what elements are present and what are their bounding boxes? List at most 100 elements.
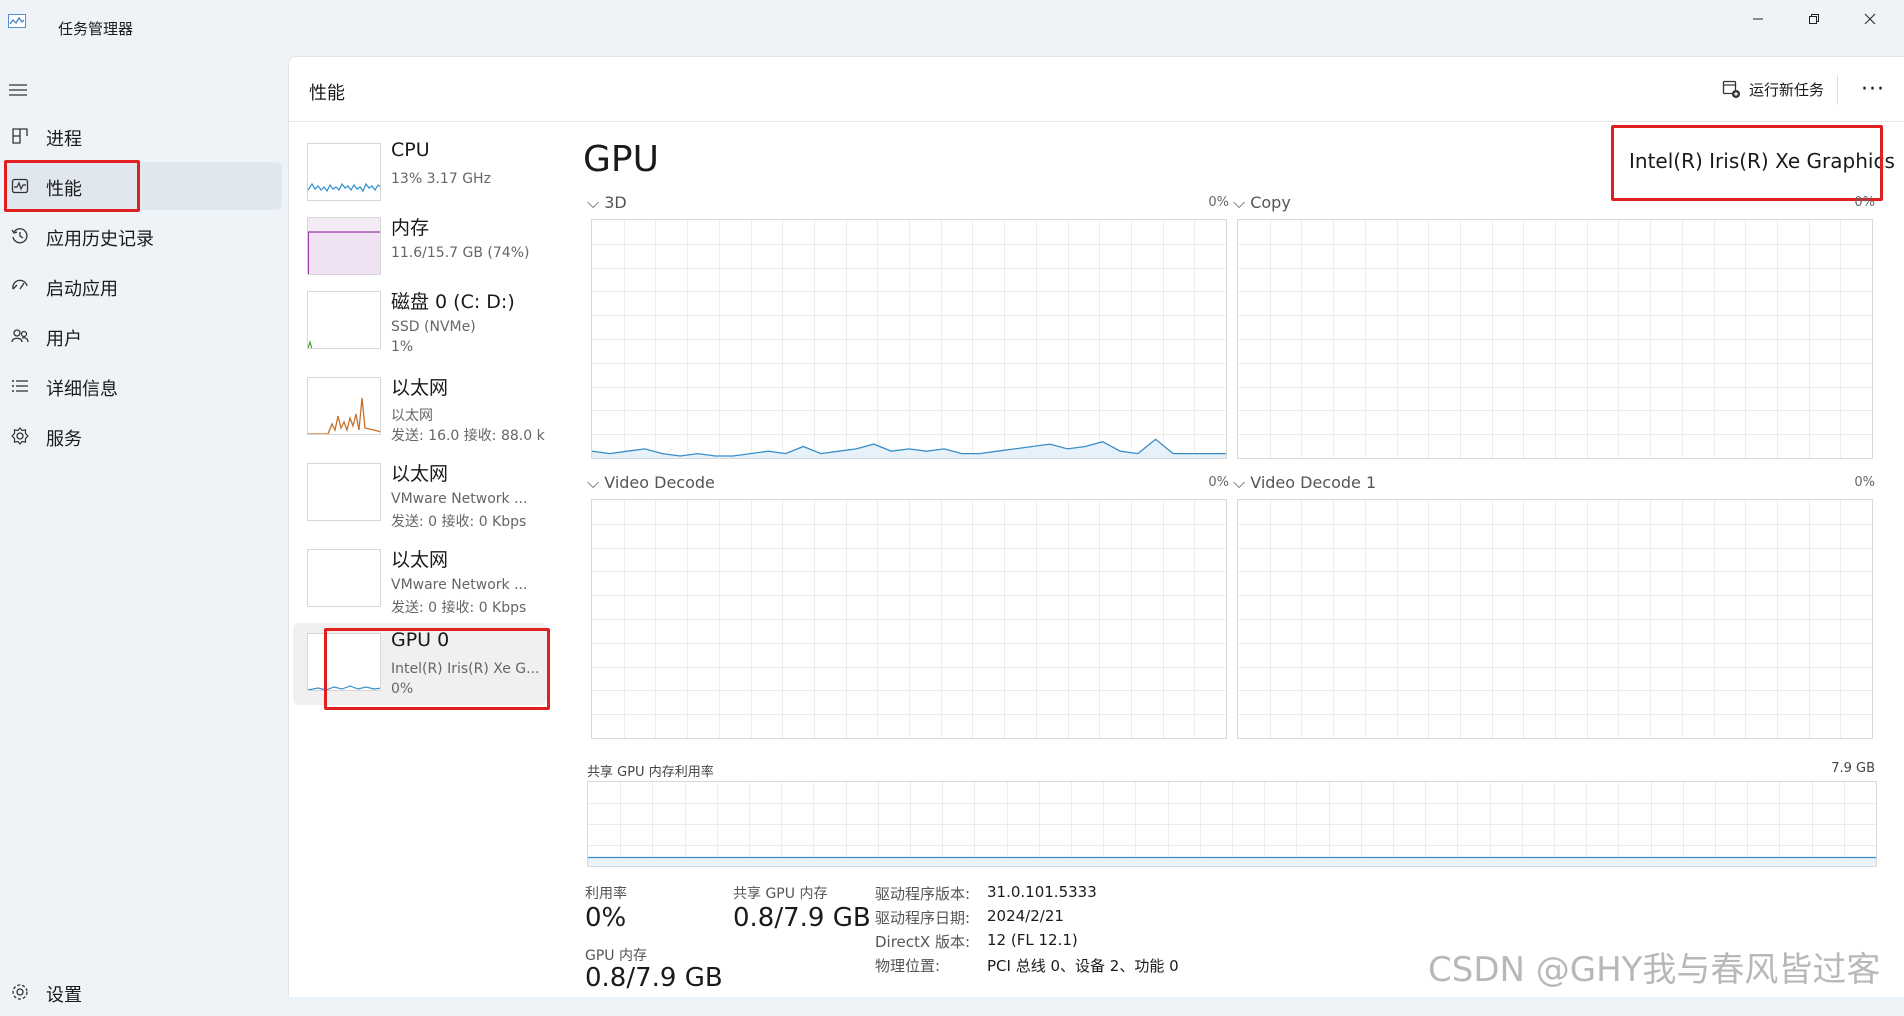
restore-button[interactable] xyxy=(1786,0,1842,38)
device-name: 以太网 xyxy=(391,377,449,399)
device-name: 磁盘 0 (C: D:) xyxy=(391,291,515,313)
prop-directx-value: 12 (FL 12.1) xyxy=(987,931,1078,949)
close-icon xyxy=(1864,13,1876,25)
hamburger-menu-icon[interactable] xyxy=(8,82,28,98)
sidebar-item-label: 启动应用 xyxy=(46,279,118,300)
sidebar-item-services[interactable]: 服务 xyxy=(6,412,282,460)
shared-memory-label: 共享 GPU 内存利用率 xyxy=(587,765,714,780)
startup-icon xyxy=(12,279,28,290)
gpu-memory-label: GPU 内存 xyxy=(585,948,647,964)
engine-copy-label[interactable]: ⌵ Copy xyxy=(1233,193,1291,213)
sidebar-item-startup-apps[interactable]: 启动应用 xyxy=(6,262,282,310)
sidebar-item-label: 用户 xyxy=(46,329,82,350)
history-icon xyxy=(11,228,28,244)
engine-3d-percent: 0% xyxy=(1208,195,1229,210)
device-detail: 以太网 xyxy=(391,408,433,424)
cpu-thumbnail xyxy=(307,143,381,201)
minimize-button[interactable] xyxy=(1730,0,1786,38)
device-detail: SSD (NVMe) xyxy=(391,319,476,335)
device-item-disk[interactable]: 磁盘 0 (C: D:) SSD (NVMe) 1% xyxy=(293,281,547,363)
shared-memory-graph xyxy=(587,781,1877,867)
performance-icon xyxy=(11,178,29,194)
usage-area xyxy=(588,857,1876,866)
engine-3d-label[interactable]: ⌵ 3D xyxy=(587,193,627,213)
sidebar-item-label: 进程 xyxy=(46,129,82,150)
shared-gpu-memory-value: 0.8/7.9 GB xyxy=(733,903,871,933)
page-title: 性能 xyxy=(309,83,345,104)
engine-copy-percent: 0% xyxy=(1854,195,1875,210)
disk-thumbnail xyxy=(307,291,381,349)
sidebar-item-users[interactable]: 用户 xyxy=(6,312,282,360)
sidebar-item-label: 应用历史记录 xyxy=(46,229,154,250)
window-title: 任务管理器 xyxy=(58,20,134,38)
device-detail: 0% xyxy=(391,681,414,697)
gpu-memory-value: 0.8/7.9 GB xyxy=(585,963,723,993)
run-task-label: 运行新任务 xyxy=(1749,80,1825,99)
sidebar-item-processes[interactable]: 进程 xyxy=(6,112,282,160)
prop-driver-version-key: 驱动程序版本: xyxy=(875,885,971,903)
device-detail: VMware Network ... xyxy=(391,577,528,593)
device-name: CPU xyxy=(391,139,430,161)
ethernet-thumbnail xyxy=(307,549,381,607)
prop-driver-version-value: 31.0.101.5333 xyxy=(987,883,1097,901)
prop-driver-date-value: 2024/2/21 xyxy=(987,907,1064,925)
engine-3d-graph xyxy=(591,219,1227,459)
sidebar-item-label: 设置 xyxy=(46,985,82,1006)
run-task-icon xyxy=(1722,80,1740,98)
grid-icon xyxy=(12,128,28,144)
graph-canvas xyxy=(1238,220,1872,458)
run-new-task-button[interactable]: 运行新任务 xyxy=(1721,75,1824,103)
device-detail: 发送: 16.0 接收: 88.0 k xyxy=(391,428,545,444)
device-item-ethernet-1[interactable]: 以太网 以太网 发送: 16.0 接收: 88.0 k xyxy=(293,367,547,449)
more-options-button[interactable]: ··· xyxy=(1861,77,1885,102)
sidebar-item-settings[interactable]: 设置 xyxy=(6,968,282,1016)
device-detail: 13% 3.17 GHz xyxy=(391,171,491,187)
task-manager-app-icon xyxy=(8,14,26,28)
device-name: 以太网 xyxy=(391,463,449,485)
gear-icon xyxy=(11,427,29,445)
device-detail: 发送: 0 接收: 0 Kbps xyxy=(391,600,527,616)
list-icon xyxy=(12,380,28,392)
shared-memory-max: 7.9 GB xyxy=(1831,761,1875,776)
gpu-title: GPU xyxy=(583,139,659,180)
ethernet-thumbnail xyxy=(307,377,381,435)
engine-video-decode-1-graph xyxy=(1237,499,1873,739)
gpu-thumbnail xyxy=(307,633,381,691)
device-item-gpu-0[interactable]: GPU 0 Intel(R) Iris(R) Xe G... 0% xyxy=(293,623,547,705)
restore-icon xyxy=(1809,14,1819,24)
users-icon xyxy=(11,329,29,343)
device-item-cpu[interactable]: CPU 13% 3.17 GHz xyxy=(293,133,547,215)
engine-video-decode-1-label[interactable]: ⌵ Video Decode 1 xyxy=(1233,473,1376,493)
utilization-label: 利用率 xyxy=(585,886,627,902)
minimize-icon xyxy=(1753,18,1763,20)
watermark: CSDN @GHY我与春风皆过客 xyxy=(1428,950,1881,990)
main-header: 性能 运行新任务 ··· xyxy=(289,57,1904,122)
main-panel: 性能 运行新任务 ··· CPU 13% 3.17 GHz 内存 11.6/15… xyxy=(288,56,1904,997)
engine-video-decode-percent: 0% xyxy=(1208,475,1229,490)
device-detail: Intel(R) Iris(R) Xe G... xyxy=(391,661,540,677)
device-name: 以太网 xyxy=(391,549,449,571)
device-detail: 11.6/15.7 GB (74%) xyxy=(391,245,530,261)
sidebar-item-app-history[interactable]: 应用历史记录 xyxy=(6,212,282,260)
title-bar: 任务管理器 xyxy=(0,0,1904,56)
ethernet-thumbnail xyxy=(307,463,381,521)
engine-video-decode-1-percent: 0% xyxy=(1854,475,1875,490)
sidebar-item-label: 性能 xyxy=(46,179,82,200)
prop-driver-date-key: 驱动程序日期: xyxy=(875,909,971,927)
shared-gpu-memory-label: 共享 GPU 内存 xyxy=(733,886,828,902)
prop-location-key: 物理位置: xyxy=(875,957,941,975)
memory-thumbnail xyxy=(307,217,381,275)
device-detail: 发送: 0 接收: 0 Kbps xyxy=(391,514,527,530)
sidebar-item-label: 服务 xyxy=(46,429,82,450)
utilization-value: 0% xyxy=(585,903,627,933)
device-item-ethernet-3[interactable]: 以太网 VMware Network ... 发送: 0 接收: 0 Kbps xyxy=(293,539,547,621)
sidebar-item-performance[interactable]: 性能 xyxy=(6,162,282,210)
prop-directx-key: DirectX 版本: xyxy=(875,933,971,951)
close-button[interactable] xyxy=(1842,0,1898,38)
gpu-model-name: Intel(R) Iris(R) Xe Graphics xyxy=(1629,149,1895,173)
prop-location-value: PCI 总线 0、设备 2、功能 0 xyxy=(987,957,1179,975)
device-item-ethernet-2[interactable]: 以太网 VMware Network ... 发送: 0 接收: 0 Kbps xyxy=(293,453,547,535)
engine-video-decode-label[interactable]: ⌵ Video Decode xyxy=(587,473,715,493)
sidebar-item-details[interactable]: 详细信息 xyxy=(6,362,282,410)
device-item-memory[interactable]: 内存 11.6/15.7 GB (74%) xyxy=(293,207,547,289)
